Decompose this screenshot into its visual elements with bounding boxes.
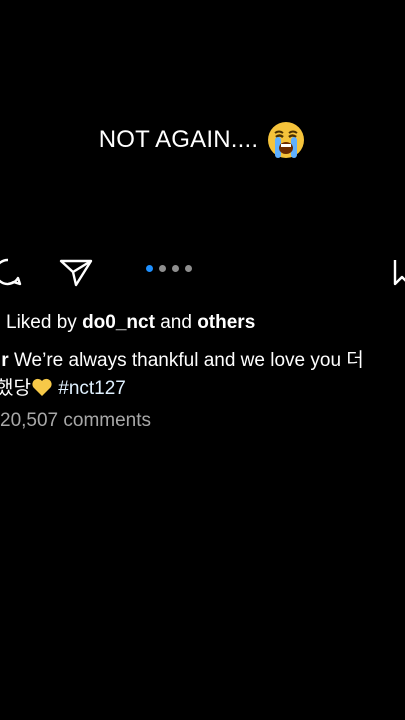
caption-line-2: 했당 #nct127	[0, 375, 405, 403]
post-caption: ir We’re always thankful and we love you…	[0, 347, 405, 403]
view-comments-link[interactable]: 20,507 comments	[0, 410, 151, 432]
carousel-indicator	[146, 265, 192, 272]
caption-line-1: ir We’re always thankful and we love you…	[0, 347, 405, 375]
liked-by-user-link[interactable]: do0_nct	[82, 312, 155, 333]
carousel-dot-active	[146, 265, 153, 272]
likes-summary: Liked by do0_nct and others	[6, 312, 255, 334]
hashtag-link[interactable]: #nct127	[58, 378, 126, 399]
loudly-crying-face-icon	[268, 122, 305, 158]
likes-prefix: Liked by	[6, 312, 77, 333]
caption-text: We’re always thankful and we love you 더	[13, 350, 364, 371]
paper-plane-icon	[59, 259, 93, 287]
share-button[interactable]	[56, 252, 96, 292]
post-action-bar	[0, 252, 405, 292]
comment-button[interactable]	[0, 252, 28, 292]
carousel-dot	[185, 265, 192, 272]
likes-conjunction: and	[160, 312, 192, 333]
caption-text-continued: 했당	[0, 378, 31, 399]
save-button[interactable]	[382, 252, 405, 292]
carousel-dot	[172, 265, 179, 272]
caption-username[interactable]: ir	[0, 350, 9, 371]
carousel-dot	[159, 265, 166, 272]
yellow-heart-icon	[32, 378, 52, 396]
overlay-text: NOT AGAIN....	[98, 126, 259, 153]
overlay-caption: NOT AGAIN....	[0, 120, 405, 160]
liked-by-others-link[interactable]: others	[197, 312, 255, 333]
comment-bubble-icon	[0, 258, 22, 286]
bookmark-icon	[393, 260, 405, 286]
